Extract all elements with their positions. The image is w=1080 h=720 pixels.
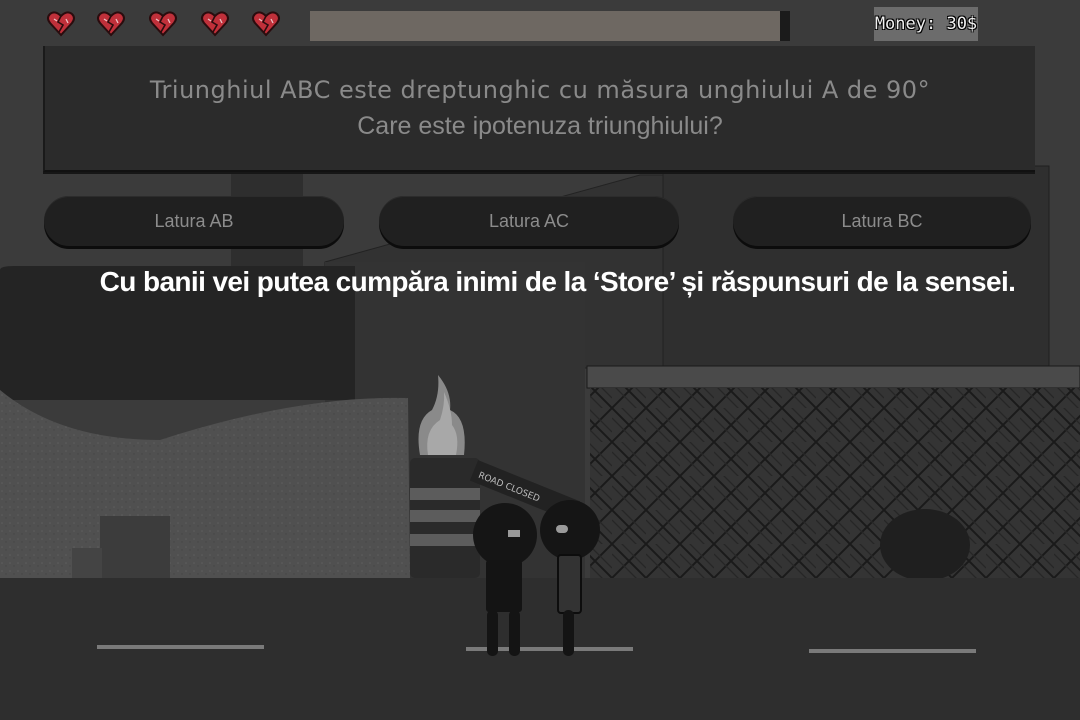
answer-button-bc[interactable]: Latura BC — [733, 196, 1031, 246]
question-prompt: Care este ipotenuza triunghiului? — [357, 112, 723, 140]
question-statement: Triunghiul ABC este dreptunghic cu măsur… — [149, 76, 931, 104]
answer-button-ab[interactable]: Latura AB — [44, 196, 344, 246]
question-panel: Triunghiul ABC este dreptunghic cu măsur… — [43, 46, 1035, 172]
broken-heart-icon — [96, 8, 126, 38]
broken-heart-icon — [200, 8, 230, 38]
answer-button-ac[interactable]: Latura AC — [379, 196, 679, 246]
broken-heart-icon — [46, 8, 76, 38]
money-counter: Money: 30$ — [874, 7, 978, 41]
broken-heart-icon — [251, 8, 281, 38]
hint-text: Cu banii vei putea cumpăra inimi de la ‘… — [99, 266, 1016, 297]
broken-heart-icon — [148, 8, 178, 38]
time-bar-fill — [310, 11, 781, 41]
time-bar — [310, 11, 790, 41]
